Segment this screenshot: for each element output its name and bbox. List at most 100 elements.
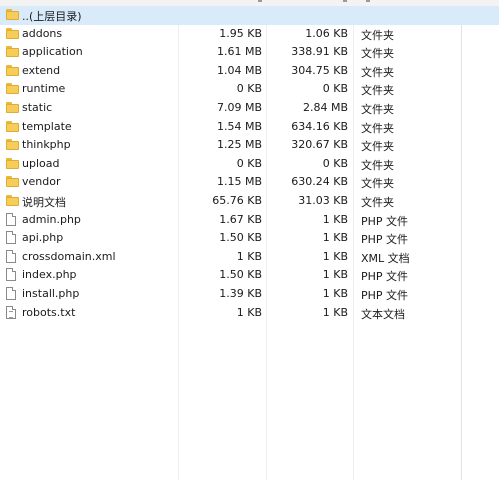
file-type: 文件夹 <box>361 195 394 209</box>
column-header-packed-size[interactable] <box>343 0 347 2</box>
folder-icon <box>6 194 19 206</box>
file-name: extend <box>22 63 61 77</box>
list-item[interactable]: vendor 1.15 MB 630.24 KB 文件夹 <box>0 173 499 192</box>
packed-size: 0 KB <box>322 82 348 96</box>
file-name: runtime <box>22 82 66 96</box>
packed-size: 320.67 KB <box>291 138 348 152</box>
file-size: 1 KB <box>236 249 262 263</box>
file-list: ..(上层目录) addons 1.95 KB 1.06 KB 文件夹 appl… <box>0 6 499 322</box>
file-size: 1.39 KB <box>219 286 262 300</box>
packed-size: 304.75 KB <box>291 63 348 77</box>
folder-icon <box>6 64 19 76</box>
folder-icon <box>6 157 19 169</box>
file-type: XML 文档 <box>361 251 410 265</box>
list-item[interactable]: static 7.09 MB 2.84 MB 文件夹 <box>0 99 499 118</box>
packed-size: 634.16 KB <box>291 119 348 133</box>
file-name: robots.txt <box>22 305 76 319</box>
file-size: 1.61 MB <box>216 45 262 59</box>
list-item[interactable]: admin.php 1.67 KB 1 KB PHP 文件 <box>0 211 499 230</box>
file-size: 7.09 MB <box>216 100 262 114</box>
file-name: api.php <box>22 231 64 245</box>
list-item[interactable]: runtime 0 KB 0 KB 文件夹 <box>0 80 499 99</box>
file-type: 文件夹 <box>361 28 394 42</box>
list-item[interactable]: extend 1.04 MB 304.75 KB 文件夹 <box>0 62 499 81</box>
file-size: 1.50 KB <box>219 231 262 245</box>
list-item[interactable]: robots.txt 1 KB 1 KB 文本文档 <box>0 304 499 323</box>
list-item[interactable]: addons 1.95 KB 1.06 KB 文件夹 <box>0 25 499 44</box>
packed-size: 31.03 KB <box>298 193 348 207</box>
file-size: 1.95 KB <box>219 26 262 40</box>
file-icon <box>6 268 16 282</box>
packed-size: 1 KB <box>322 286 348 300</box>
file-icon <box>6 286 16 300</box>
file-size: 1.50 KB <box>219 268 262 282</box>
packed-size: 0 KB <box>322 156 348 170</box>
file-name: install.php <box>22 286 80 300</box>
file-type: PHP 文件 <box>361 270 409 284</box>
file-name: thinkphp <box>22 138 71 152</box>
file-size: 1.67 KB <box>219 212 262 226</box>
folder-icon <box>6 101 19 113</box>
file-name: crossdomain.xml <box>22 249 116 263</box>
list-item[interactable]: 说明文档 65.76 KB 31.03 KB 文件夹 <box>0 192 499 211</box>
file-name: 说明文档 <box>22 195 66 209</box>
packed-size: 630.24 KB <box>291 175 348 189</box>
file-name: vendor <box>22 175 61 189</box>
list-item[interactable]: install.php 1.39 KB 1 KB PHP 文件 <box>0 285 499 304</box>
folder-icon <box>6 27 19 39</box>
file-type: 文件夹 <box>361 158 394 172</box>
file-name: application <box>22 45 83 59</box>
file-name: upload <box>22 156 60 170</box>
file-name: ..(上层目录) <box>22 10 82 23</box>
file-size: 0 KB <box>236 82 262 96</box>
file-type: 文件夹 <box>361 121 394 135</box>
file-type: PHP 文件 <box>361 233 409 247</box>
file-size: 1.04 MB <box>216 63 262 77</box>
file-type: 文件夹 <box>361 84 394 98</box>
packed-size: 1 KB <box>322 249 348 263</box>
packed-size: 1 KB <box>322 231 348 245</box>
file-name: static <box>22 100 53 114</box>
packed-size: 338.91 KB <box>291 45 348 59</box>
file-size: 65.76 KB <box>212 193 262 207</box>
file-name: admin.php <box>22 212 81 226</box>
folder-icon <box>6 83 19 95</box>
column-header-type[interactable] <box>366 0 370 2</box>
packed-size: 2.84 MB <box>302 100 348 114</box>
file-type: PHP 文件 <box>361 214 409 228</box>
file-size: 0 KB <box>236 156 262 170</box>
file-size: 1.54 MB <box>216 119 262 133</box>
packed-size: 1 KB <box>322 212 348 226</box>
file-icon <box>6 212 16 226</box>
folder-icon <box>6 46 19 58</box>
folder-icon <box>6 139 19 151</box>
list-item[interactable]: thinkphp 1.25 MB 320.67 KB 文件夹 <box>0 136 499 155</box>
file-type: 文件夹 <box>361 140 394 154</box>
file-size: 1.25 MB <box>216 138 262 152</box>
file-type: 文本文档 <box>361 307 405 321</box>
list-item[interactable]: application 1.61 MB 338.91 KB 文件夹 <box>0 43 499 62</box>
file-type: 文件夹 <box>361 177 394 191</box>
list-item-parent-directory[interactable]: ..(上层目录) <box>0 6 499 25</box>
file-type: 文件夹 <box>361 47 394 61</box>
text-file-icon <box>6 305 16 319</box>
list-item[interactable]: index.php 1.50 KB 1 KB PHP 文件 <box>0 266 499 285</box>
folder-icon <box>6 120 19 132</box>
list-item[interactable]: crossdomain.xml 1 KB 1 KB XML 文档 <box>0 248 499 267</box>
packed-size: 1 KB <box>322 305 348 319</box>
list-item[interactable]: api.php 1.50 KB 1 KB PHP 文件 <box>0 229 499 248</box>
packed-size: 1.06 KB <box>305 26 348 40</box>
packed-size: 1 KB <box>322 268 348 282</box>
column-header-size[interactable] <box>258 0 262 2</box>
file-name: template <box>22 119 72 133</box>
file-type: 文件夹 <box>361 102 394 116</box>
file-type: 文件夹 <box>361 65 394 79</box>
file-size: 1.15 MB <box>216 175 262 189</box>
list-item[interactable]: upload 0 KB 0 KB 文件夹 <box>0 155 499 174</box>
file-icon <box>6 231 16 245</box>
file-size: 1 KB <box>236 305 262 319</box>
file-type: PHP 文件 <box>361 288 409 302</box>
list-item[interactable]: template 1.54 MB 634.16 KB 文件夹 <box>0 118 499 137</box>
folder-icon <box>6 176 19 188</box>
file-name: addons <box>22 26 63 40</box>
